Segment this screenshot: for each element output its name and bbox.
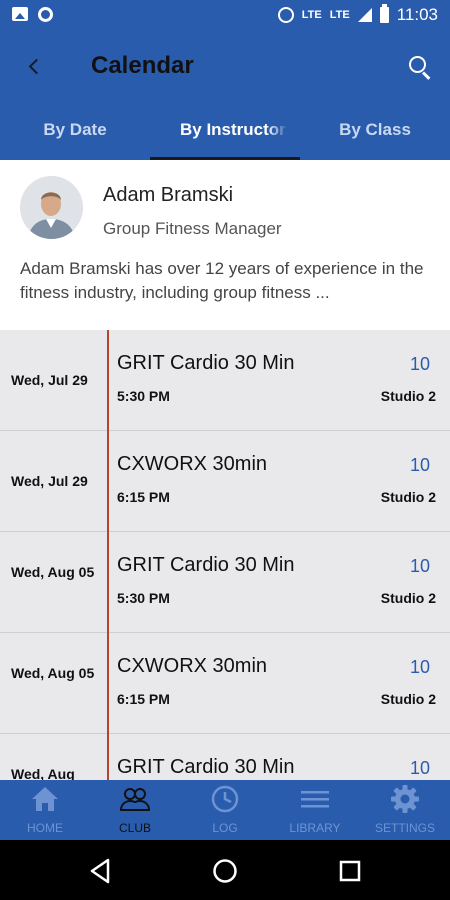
list-item[interactable]: Wed, Jul 29 GRIT Cardio 30 Min 5:30 PM 1…	[0, 330, 450, 431]
nav-club[interactable]: CLUB	[90, 780, 180, 840]
class-count: 10	[409, 354, 430, 374]
status-bar: LTE LTE 11:03	[0, 0, 450, 30]
class-time: 6:15 PM	[117, 691, 170, 707]
people-icon	[120, 788, 150, 811]
class-count: 10	[409, 455, 430, 475]
search-icon[interactable]	[404, 52, 434, 82]
nav-settings[interactable]: SETTINGS	[360, 780, 450, 840]
class-count: 10	[409, 657, 430, 677]
home-icon	[32, 787, 58, 811]
app-bar: Calendar By Date By Instructor By Class	[0, 30, 450, 160]
lte-call-indicator: LTE	[301, 9, 322, 21]
row-divider	[107, 633, 109, 734]
instructor-role: Group Fitness Manager	[103, 219, 282, 238]
class-time: 5:30 PM	[117, 388, 170, 404]
class-date: Wed, Jul 29	[11, 473, 88, 489]
circle-notification-icon	[38, 7, 53, 22]
nav-label: HOME	[27, 821, 63, 835]
class-date: Wed, Aug 05	[11, 564, 95, 580]
tab-by-instructor[interactable]: By Instructor	[150, 114, 300, 160]
class-date: Wed, Aug	[11, 766, 75, 780]
tab-label: By Instructor	[180, 120, 286, 139]
class-name: GRIT Cardio 30 Min	[117, 756, 295, 778]
gear-icon	[391, 785, 419, 813]
class-name: CXWORX 30min	[117, 453, 268, 475]
class-studio: Studio 2	[380, 489, 436, 505]
class-time: 5:30 PM	[117, 590, 170, 606]
clock-icon	[211, 785, 239, 813]
nav-label: LOG	[212, 821, 238, 835]
nav-label: SETTINGS	[374, 821, 435, 835]
class-date: Wed, Jul 29	[11, 372, 88, 388]
instructor-bio[interactable]: Adam Bramski has over 12 years of experi…	[20, 257, 435, 305]
class-date: Wed, Aug 05	[11, 665, 95, 681]
tab-label: By Date	[43, 120, 107, 139]
class-count: 10	[409, 556, 430, 576]
class-name: GRIT Cardio 30 Min	[117, 352, 295, 374]
nav-home[interactable]: HOME	[0, 780, 90, 840]
signal-icon	[357, 8, 372, 22]
nav-label: CLUB	[118, 821, 151, 835]
system-navigation-bar	[0, 840, 450, 900]
class-name: GRIT Cardio 30 Min	[117, 554, 295, 576]
row-divider	[107, 734, 109, 780]
nav-label: LIBRARY	[289, 821, 341, 835]
tab-by-date[interactable]: By Date	[0, 114, 150, 160]
class-studio: Studio 2	[380, 691, 436, 707]
home-circle-icon[interactable]	[210, 856, 240, 886]
instructor-name: Adam Bramski	[103, 184, 234, 206]
tab-bar: By Date By Instructor By Class	[0, 114, 450, 160]
class-studio: Studio 2	[380, 590, 436, 606]
schedule-list[interactable]: Wed, Jul 29 GRIT Cardio 30 Min 5:30 PM 1…	[0, 330, 450, 780]
class-name: CXWORX 30min	[117, 655, 268, 677]
list-item[interactable]: Wed, Aug 05 CXWORX 30min 6:15 PM 10 Stud…	[0, 633, 450, 734]
menu-lines-icon	[301, 791, 329, 808]
bottom-navigation: HOME CLUB LOG LIBRARY SETTINGS	[0, 780, 450, 840]
class-time: 6:15 PM	[117, 489, 170, 505]
nav-library[interactable]: LIBRARY	[270, 780, 360, 840]
class-count: 10	[409, 758, 430, 778]
back-arrow-icon[interactable]	[20, 52, 50, 82]
page-title: Calendar	[91, 52, 194, 79]
row-divider	[107, 330, 109, 431]
list-item[interactable]: Wed, Aug GRIT Cardio 30 Min 10	[0, 734, 450, 780]
tab-by-class[interactable]: By Class	[300, 114, 450, 160]
alarm-icon	[277, 7, 294, 23]
back-triangle-icon[interactable]	[86, 856, 116, 886]
list-item[interactable]: Wed, Aug 05 GRIT Cardio 30 Min 5:30 PM 1…	[0, 532, 450, 633]
battery-icon	[379, 4, 389, 23]
image-notification-icon	[12, 7, 28, 21]
class-studio: Studio 2	[380, 388, 436, 404]
lte-data-indicator: LTE	[329, 9, 350, 21]
tab-label: By Class	[339, 120, 411, 139]
nav-log[interactable]: LOG	[180, 780, 270, 840]
instructor-profile: Adam Bramski Group Fitness Manager Adam …	[0, 160, 450, 330]
clock-time: 11:03	[396, 5, 438, 24]
row-divider	[107, 431, 109, 532]
avatar	[20, 176, 83, 239]
list-item[interactable]: Wed, Jul 29 CXWORX 30min 6:15 PM 10 Stud…	[0, 431, 450, 532]
row-divider	[107, 532, 109, 633]
recents-square-icon[interactable]	[335, 856, 365, 886]
